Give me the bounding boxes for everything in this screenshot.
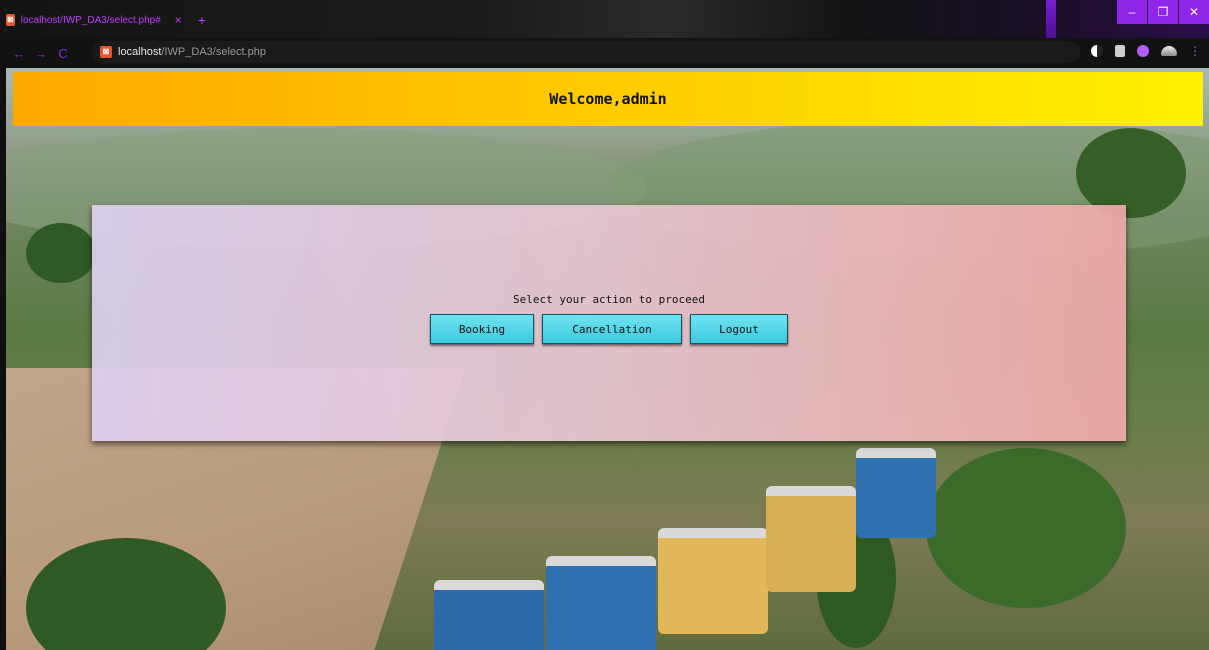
back-icon[interactable]: ← <box>8 46 30 61</box>
extension-icons: ⋮ <box>1091 44 1201 58</box>
cancellation-button[interactable]: Cancellation <box>542 314 682 344</box>
url-path: /IWP_DA3/select.php <box>161 46 266 58</box>
dark-mode-extension-icon[interactable] <box>1091 45 1103 57</box>
xampp-favicon-icon: ⊠ <box>6 14 15 26</box>
reload-icon[interactable]: C <box>52 46 74 61</box>
booking-button[interactable]: Booking <box>430 314 534 344</box>
logout-button[interactable]: Logout <box>690 314 788 344</box>
browser-tab[interactable]: ⊠ localhost/IWP_DA3/select.php# × + <box>6 7 206 33</box>
browser-window: ⊠ localhost/IWP_DA3/select.php# × + – ❐ … <box>0 0 1209 650</box>
forward-icon[interactable]: → <box>30 46 52 61</box>
action-panel-content: Select your action to proceed Booking Ca… <box>92 293 1126 344</box>
welcome-header: Welcome,admin <box>13 72 1203 126</box>
menu-kebab-icon[interactable]: ⋮ <box>1189 44 1201 58</box>
tab-close-icon[interactable]: × <box>175 13 182 27</box>
title-bar: ⊠ localhost/IWP_DA3/select.php# × + – ❐ … <box>0 0 1209 38</box>
tree <box>26 223 96 283</box>
train-coach <box>766 486 856 592</box>
train-coach <box>856 448 936 538</box>
url-host: localhost <box>118 46 162 58</box>
action-prompt: Select your action to proceed <box>512 293 706 306</box>
puzzle-extension-icon[interactable] <box>1137 45 1149 57</box>
tree <box>926 448 1126 608</box>
window-controls: – ❐ ✕ <box>1116 0 1209 30</box>
train-coach <box>658 528 768 634</box>
train-coach <box>546 556 656 650</box>
new-tab-icon[interactable]: + <box>198 12 206 28</box>
browser-toolbar: ← → C ⊠ localhost/IWP_DA3/select.php ⋮ <box>0 38 1209 68</box>
maximize-button[interactable]: ❐ <box>1148 0 1178 24</box>
action-buttons: Booking Cancellation Logout <box>430 314 788 344</box>
page-viewport: Welcome,admin Select your action to proc… <box>6 68 1209 650</box>
tab-title: localhost/IWP_DA3/select.php# <box>20 14 161 26</box>
profile-accent <box>1046 0 1056 38</box>
minimize-button[interactable]: – <box>1117 0 1147 24</box>
clipboard-extension-icon[interactable] <box>1115 45 1125 57</box>
train-engine <box>434 580 544 650</box>
profile-avatar-icon[interactable] <box>1161 46 1177 56</box>
xampp-favicon-icon: ⊠ <box>100 46 112 58</box>
close-button[interactable]: ✕ <box>1179 0 1209 24</box>
address-bar[interactable]: ⊠ localhost/IWP_DA3/select.php <box>92 41 1080 63</box>
welcome-text: Welcome,admin <box>549 90 667 108</box>
action-panel: Select your action to proceed Booking Ca… <box>92 205 1126 441</box>
